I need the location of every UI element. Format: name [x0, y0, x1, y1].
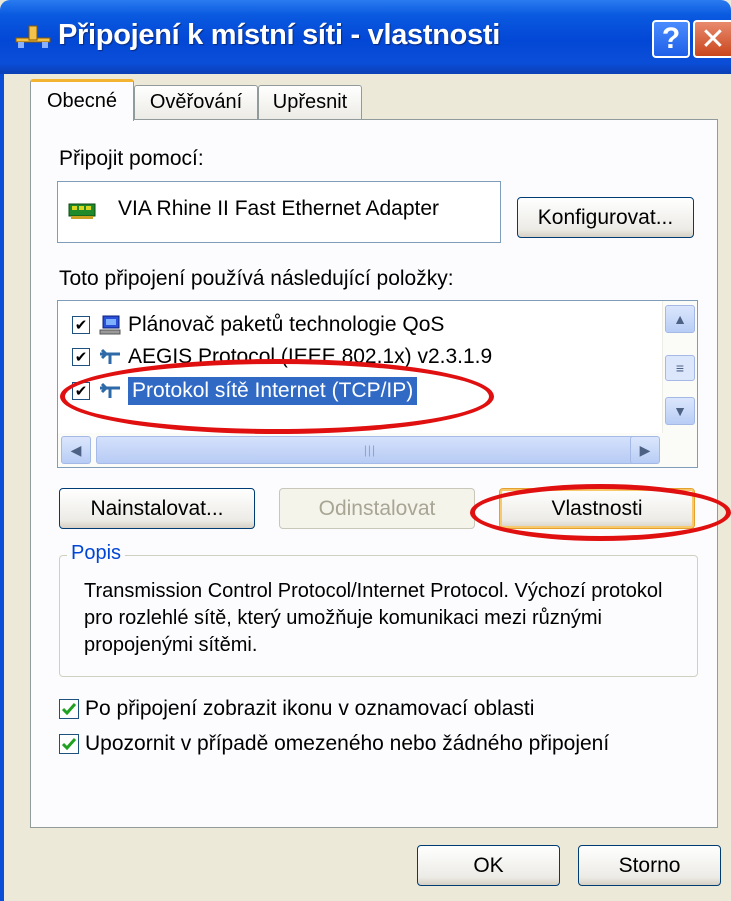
annotation-ellipse-properties	[470, 484, 731, 541]
description-title: Popis	[67, 542, 126, 565]
option-checkbox[interactable]	[59, 734, 79, 754]
horizontal-scroll-thumb[interactable]: |||	[96, 436, 644, 464]
scroll-up-button[interactable]: ▲	[665, 305, 695, 333]
chevron-up-icon: ▲	[673, 311, 687, 327]
option-label: Po připojení zobrazit ikonu v oznamovací…	[85, 697, 535, 720]
components-label: Toto připojení používá následující polož…	[59, 267, 454, 290]
scroll-right-button[interactable]: ▶	[630, 436, 660, 464]
ok-button-label: OK	[473, 853, 504, 877]
list-item-qos[interactable]: ✔ Plánovač paketů technologie QoS	[72, 309, 444, 341]
close-icon: ✕	[700, 22, 726, 56]
grip-icon: ≡	[675, 360, 685, 376]
network-connection-icon	[15, 25, 51, 48]
chevron-right-icon: ▶	[639, 441, 651, 458]
option-label: Upozornit v případě omezeného nebo žádné…	[85, 732, 610, 755]
tab-overovani[interactable]: Ověřování	[134, 85, 258, 119]
window-title: Připojení k místní síti - vlastnosti	[58, 19, 501, 51]
cancel-button-label: Storno	[618, 853, 681, 877]
option-checkbox[interactable]	[59, 699, 79, 719]
help-icon: ?	[661, 22, 681, 55]
chevron-left-icon: ◀	[70, 441, 82, 458]
title-bar[interactable]: Připojení k místní síti - vlastnosti ? ✕	[0, 0, 731, 74]
tab-label: Obecné	[46, 90, 118, 112]
protocol-icon	[100, 348, 120, 364]
option-show-icon[interactable]: Po připojení zobrazit ikonu v oznamovací…	[59, 697, 534, 721]
close-button[interactable]: ✕	[693, 20, 731, 58]
cancel-button[interactable]: Storno	[578, 845, 721, 886]
ok-button[interactable]: OK	[417, 845, 560, 886]
grip-icon: |||	[363, 443, 377, 457]
item-checkbox[interactable]: ✔	[72, 348, 90, 366]
network-adapter-icon	[68, 203, 96, 219]
item-label: Plánovač paketů technologie QoS	[128, 313, 445, 336]
uninstall-button: Odinstalovat	[279, 488, 475, 529]
tab-label: Upřesnit	[272, 91, 348, 113]
tab-obecne[interactable]: Obecné	[30, 79, 134, 121]
description-text: Transmission Control Protocol/Internet P…	[84, 580, 663, 656]
help-button[interactable]: ?	[652, 20, 690, 58]
checkmark-icon	[62, 738, 76, 750]
tab-label: Ověřování	[149, 91, 243, 113]
scroll-down-button[interactable]: ▼	[665, 397, 695, 425]
uninstall-button-label: Odinstalovat	[318, 496, 436, 520]
horizontal-scrollbar[interactable]: ◀ ||| ▶	[58, 433, 697, 467]
vertical-scrollbar[interactable]: ▲ ≡ ▼	[662, 301, 697, 433]
option-notify-limited[interactable]: Upozornit v případě omezeného nebo žádné…	[59, 732, 609, 756]
annotation-ellipse-tcpip	[60, 359, 494, 434]
item-checkbox[interactable]: ✔	[72, 316, 90, 334]
network-scheduler-icon	[99, 315, 121, 335]
checkmark-icon	[62, 703, 76, 715]
install-button-label: Nainstalovat...	[90, 496, 224, 520]
scroll-thumb[interactable]: ≡	[665, 355, 695, 381]
configure-button[interactable]: Konfigurovat...	[517, 197, 694, 238]
configure-button-label: Konfigurovat...	[537, 205, 674, 229]
adapter-field: VIA Rhine II Fast Ethernet Adapter	[57, 181, 501, 243]
install-button[interactable]: Nainstalovat...	[59, 488, 255, 529]
scroll-left-button[interactable]: ◀	[61, 436, 91, 464]
tab-upresnit[interactable]: Upřesnit	[258, 85, 362, 119]
chevron-down-icon: ▼	[673, 403, 687, 419]
adapter-name: VIA Rhine II Fast Ethernet Adapter	[118, 197, 440, 220]
properties-dialog: Připojení k místní síti - vlastnosti ? ✕…	[0, 0, 731, 901]
connect-using-label: Připojit pomocí:	[59, 147, 204, 170]
